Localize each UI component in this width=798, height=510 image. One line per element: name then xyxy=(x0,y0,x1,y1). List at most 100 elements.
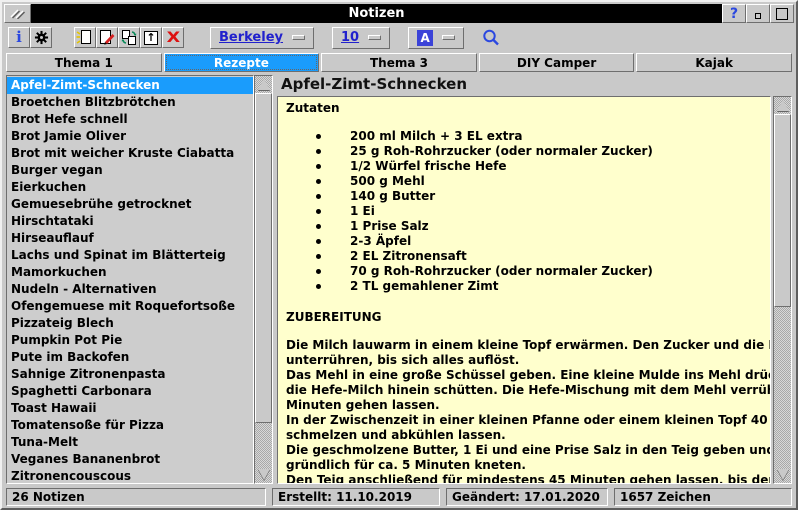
font-size-value: 10 xyxy=(341,30,359,45)
system-menu-button[interactable] xyxy=(4,4,31,23)
font-family-dropdown[interactable]: Berkeley xyxy=(210,27,314,49)
tab-bar: Thema 1 Rezepte Thema 3 DIY Camper Kajak xyxy=(2,51,796,72)
status-characters: 1657 Zeichen xyxy=(614,488,792,506)
note-list-item[interactable]: Mamorkuchen xyxy=(7,264,253,281)
preparation-line: Das Mehl in eine große Schüssel geben. E… xyxy=(286,368,762,383)
preparation-line: unterrühren, bis sich alles auflöst. xyxy=(286,353,762,368)
note-list-item[interactable]: Zitronencouscous xyxy=(7,468,253,484)
note-list-item[interactable]: Eierkuchen xyxy=(7,179,253,196)
tab[interactable]: Kajak xyxy=(636,53,792,72)
sidebar-scrollbar[interactable] xyxy=(254,75,273,484)
note-list-item[interactable]: Nudeln - Alternativen xyxy=(7,281,253,298)
note-list-item[interactable]: Tomatensoße für Pizza xyxy=(7,417,253,434)
editor-scroll-track[interactable] xyxy=(774,307,791,466)
note-list-item[interactable]: Burger vegan xyxy=(7,162,253,179)
note-list-item[interactable]: Brot Hefe schnell xyxy=(7,111,253,128)
ingredients-list: 200 ml Milch + 3 EL extra 25 g Roh-Rohrz… xyxy=(286,129,762,294)
maximize-icon xyxy=(776,8,788,20)
note-list-item[interactable]: Veganes Bananenbrot xyxy=(7,451,253,468)
note-title: Apfel-Zimt-Schnecken xyxy=(277,75,792,96)
dropdown-indicator-icon xyxy=(368,35,381,40)
info-icon: i xyxy=(16,30,22,45)
tab-label: Kajak xyxy=(695,56,733,70)
help-icon: ? xyxy=(730,6,738,22)
note-list-item[interactable]: Pizzateig Blech xyxy=(7,315,253,332)
note-list-item[interactable]: Pumpkin Pot Pie xyxy=(7,332,253,349)
copy-note-button[interactable] xyxy=(118,27,140,48)
preparation-line: Den Teig anschließend für mindestens 45 … xyxy=(286,473,762,484)
preparation-text: Die Milch lauwarm in einem kleine Topf e… xyxy=(286,338,762,484)
sidebar-scroll-down-button[interactable] xyxy=(255,466,272,483)
scroll-up-icon xyxy=(258,79,270,90)
tab[interactable]: DIY Camper xyxy=(479,53,635,72)
move-up-button[interactable]: ↑ xyxy=(140,27,162,48)
note-list-item[interactable]: Gemuesebrühe getrocknet xyxy=(7,196,253,213)
ingredient-item: 1 Prise Salz xyxy=(286,219,762,234)
ingredient-item: 1 Ei xyxy=(286,204,762,219)
note-list-item[interactable]: Broetchen Blitzbrötchen xyxy=(7,94,253,111)
tab-label: DIY Camper xyxy=(517,56,596,70)
ingredient-item: 70 g Roh-Rohrzucker (oder normaler Zucke… xyxy=(286,264,762,279)
note-list-item[interactable]: Toast Hawaii xyxy=(7,400,253,417)
preparation-line: In der Zwischenzeit in einer kleinen Pfa… xyxy=(286,413,762,428)
font-size-dropdown[interactable]: 10 xyxy=(332,27,390,49)
ingredient-item: 200 ml Milch + 3 EL extra xyxy=(286,129,762,144)
sidebar-scroll-up-button[interactable] xyxy=(255,76,272,93)
minimize-icon xyxy=(755,13,761,19)
delete-note-button[interactable]: X xyxy=(162,27,184,48)
titlebar-strip[interactable]: Notizen xyxy=(31,4,722,23)
gear-icon xyxy=(34,30,49,45)
arrow-up-icon: ↑ xyxy=(144,31,158,45)
dropdown-indicator-icon xyxy=(442,35,455,40)
preparation-line: gründlich für ca. 5 Minuten kneten. xyxy=(286,458,762,473)
edit-note-button[interactable] xyxy=(96,27,118,48)
content-panel: Apfel-Zimt-Schnecken Zutaten 200 ml Milc… xyxy=(277,75,792,484)
help-button[interactable]: ? xyxy=(722,4,746,23)
info-button[interactable]: i xyxy=(8,27,30,48)
tab[interactable]: Thema 3 xyxy=(321,53,477,72)
note-list-item[interactable]: Brot Jamie Oliver xyxy=(7,128,253,145)
new-note-button[interactable] xyxy=(74,27,96,48)
note-list-item[interactable]: Ofengemuese mit Roquefortsoße xyxy=(7,298,253,315)
sidebar-scroll-thumb[interactable] xyxy=(255,93,272,423)
font-color-dropdown[interactable]: A xyxy=(408,27,464,49)
note-editor-wrap: Zutaten 200 ml Milch + 3 EL extra 25 g R… xyxy=(277,96,792,484)
search-button[interactable] xyxy=(478,27,504,49)
note-list-item[interactable]: Pute im Backofen xyxy=(7,349,253,366)
settings-button[interactable] xyxy=(30,27,52,48)
note-editor[interactable]: Zutaten 200 ml Milch + 3 EL extra 25 g R… xyxy=(277,96,771,484)
note-list-item[interactable]: Sahnige Zitronenpasta xyxy=(7,366,253,383)
ingredient-item: 2-3 Äpfel xyxy=(286,234,762,249)
new-note-icon xyxy=(76,29,94,46)
note-list-item[interactable]: Brot mit weicher Kruste Ciabatta xyxy=(7,145,253,162)
tab[interactable]: Rezepte xyxy=(164,53,320,72)
edit-icon xyxy=(98,29,116,46)
note-list-item[interactable]: Hirschtataki xyxy=(7,213,253,230)
note-list-item[interactable]: Apfel-Zimt-Schnecken xyxy=(7,77,253,94)
status-created: Erstellt: 11.10.2019 xyxy=(272,488,440,506)
resize-hatch-icon xyxy=(9,8,27,19)
tab[interactable]: Thema 1 xyxy=(6,53,162,72)
minimize-button[interactable] xyxy=(746,4,770,23)
titlebar: Notizen ? xyxy=(4,4,794,23)
ingredient-item: 2 EL Zitronensaft xyxy=(286,249,762,264)
editor-scroll-down-button[interactable] xyxy=(774,466,791,483)
delete-icon: X xyxy=(166,31,179,45)
ingredient-item: 25 g Roh-Rohrzucker (oder normaler Zucke… xyxy=(286,144,762,159)
sidebar-scroll-track[interactable] xyxy=(255,423,272,466)
ingredients-heading: Zutaten xyxy=(286,101,762,116)
editor-scrollbar[interactable] xyxy=(773,96,792,484)
preparation-heading: ZUBEREITUNG xyxy=(286,310,762,325)
note-list-item[interactable]: Hirseauflauf xyxy=(7,230,253,247)
search-icon xyxy=(481,28,501,48)
editor-scroll-thumb[interactable] xyxy=(774,114,791,307)
note-list-item[interactable]: Tuna-Melt xyxy=(7,434,253,451)
note-list-item[interactable]: Spaghetti Carbonara xyxy=(7,383,253,400)
preparation-line: Die Milch lauwarm in einem kleine Topf e… xyxy=(286,338,762,353)
app-window: Notizen ? i xyxy=(0,0,798,510)
note-list: Apfel-Zimt-Schnecken Broetchen Blitzbröt… xyxy=(6,75,254,484)
maximize-button[interactable] xyxy=(770,4,794,23)
sidebar: Apfel-Zimt-Schnecken Broetchen Blitzbröt… xyxy=(6,75,273,484)
note-list-item[interactable]: Lachs und Spinat im Blätterteig xyxy=(7,247,253,264)
editor-scroll-up-button[interactable] xyxy=(774,97,791,114)
